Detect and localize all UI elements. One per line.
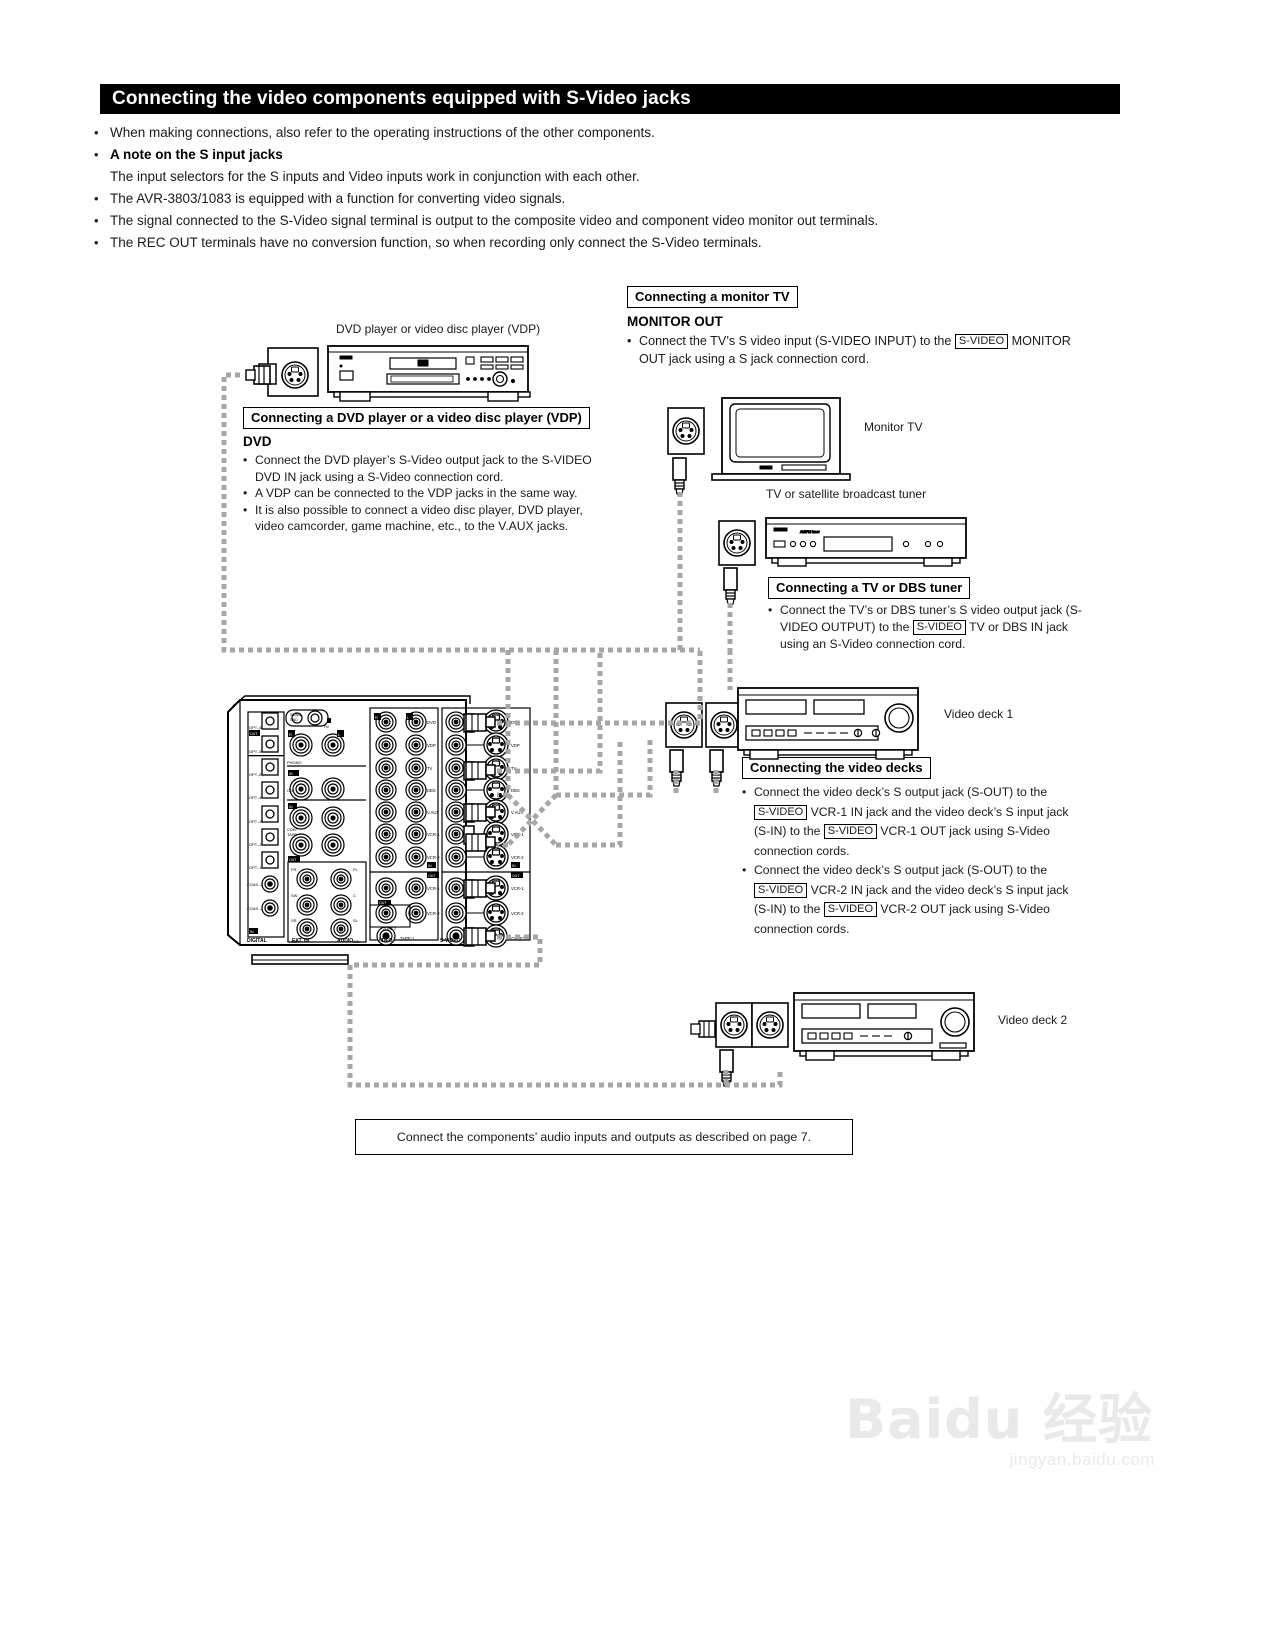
svg-text:OUT: OUT [512, 874, 520, 878]
svg-text:DVD: DVD [427, 720, 436, 725]
dvd-player-illustration [245, 345, 531, 402]
svg-text:AUDIO: AUDIO [337, 938, 353, 944]
cable-dvd [221, 372, 700, 653]
tuner-illustration: AM/FM tuner [718, 517, 967, 605]
svg-text:FR: FR [291, 867, 296, 872]
svg-text:OUT: OUT [379, 901, 387, 905]
svg-text:OPT.-5: OPT.-5 [249, 749, 262, 754]
svg-text:TAPE: TAPE [287, 832, 297, 837]
svg-text:FM: FM [324, 725, 329, 729]
svg-text:IN: IN [250, 930, 254, 934]
video-deck-2-illustration [690, 992, 975, 1087]
monitor-tv-illustration [667, 397, 851, 495]
svg-text:R: R [375, 715, 378, 720]
svg-text:VDP: VDP [427, 743, 436, 748]
svg-text:SBL: SBL [353, 939, 361, 944]
svg-text:SIGNAL: SIGNAL [290, 713, 303, 717]
svg-text:SL: SL [353, 918, 359, 923]
svg-text:SW: SW [291, 893, 298, 898]
svg-text:IN: IN [512, 864, 516, 868]
svg-text:OPT.-5: OPT.-5 [249, 772, 262, 777]
svg-text:COAX.-2: COAX.-2 [247, 882, 264, 887]
svg-text:PHONO: PHONO [287, 760, 302, 765]
svg-text:OPT.-4: OPT.-4 [249, 795, 262, 800]
svg-text:V.AUX: V.AUX [427, 810, 439, 815]
svg-text:COAX.-1: COAX.-1 [247, 906, 264, 911]
svg-text:VCR-2: VCR-2 [511, 855, 524, 860]
svg-text:SR: SR [291, 918, 297, 923]
svg-text:VCR-1: VCR-1 [511, 886, 524, 891]
svg-text:S-VIDEO: S-VIDEO [440, 938, 461, 944]
svg-text:IN: IN [289, 772, 293, 776]
svg-text:ZONE 2: ZONE 2 [383, 927, 396, 931]
svg-text:OPT.-2: OPT.-2 [249, 842, 262, 847]
svg-text:VIDEO: VIDEO [377, 938, 393, 944]
svg-text:VDP: VDP [511, 743, 520, 748]
svg-text:VCR-1: VCR-1 [427, 886, 440, 891]
svg-text:TAPE-1: TAPE-1 [400, 936, 415, 941]
svg-text:OPT.-6: OPT.-6 [249, 725, 262, 730]
svg-text:GND: GND [290, 718, 298, 722]
svg-text:VCR-1: VCR-1 [427, 832, 440, 837]
svg-text:DBS: DBS [511, 788, 520, 793]
receiver-rear-panel: OPT.-6 OPT.-5 OPT.-5 OPT.-4 OPT.-3 OPT.-… [227, 695, 531, 965]
svg-text:FL: FL [353, 867, 358, 872]
svg-text:TV: TV [427, 766, 433, 771]
cable-to-deck1-a [556, 740, 653, 798]
svg-text:IN: IN [428, 864, 432, 868]
svg-text:IN: IN [289, 805, 293, 809]
svg-text:VCR-2: VCR-2 [427, 911, 440, 916]
svg-text:C: C [353, 893, 356, 898]
svg-text:EXT. IN: EXT. IN [292, 938, 309, 944]
svg-text:OPT.-1: OPT.-1 [249, 865, 262, 870]
svg-text:DBS: DBS [427, 788, 436, 793]
svg-text:OPT.-3: OPT.-3 [249, 819, 262, 824]
svg-text:CD: CD [287, 788, 293, 793]
manual-page: Connecting the video components equipped… [0, 0, 1275, 1652]
svg-text:OUT: OUT [250, 732, 258, 736]
svg-text:VCR-2: VCR-2 [427, 855, 440, 860]
svg-text:VCR-2: VCR-2 [511, 911, 524, 916]
cable-tv-recv [497, 650, 603, 774]
video-deck-1-illustration [665, 687, 919, 787]
svg-text:DIGITAL: DIGITAL [247, 938, 267, 944]
svg-text:R: R [289, 732, 292, 737]
svg-text:OUT: OUT [428, 874, 436, 878]
connection-diagram: AM/FM tuner OPT.-6 OPT.-5 OPT.-5 OPT.-4 … [221, 345, 975, 1088]
svg-text:AM/FM tuner: AM/FM tuner [800, 530, 820, 534]
